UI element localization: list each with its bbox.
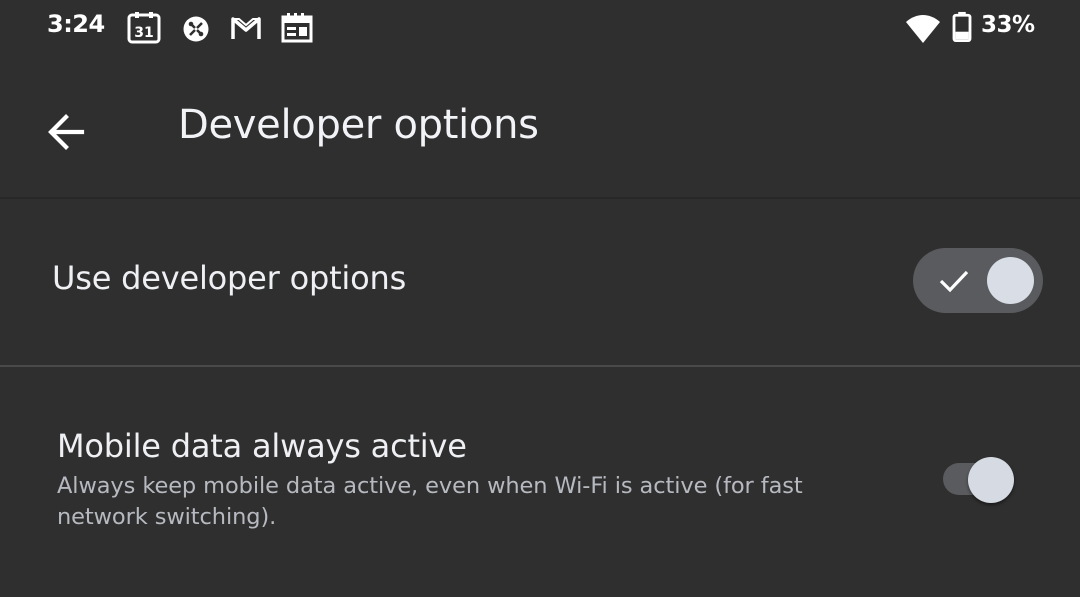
page-title: Developer options bbox=[178, 102, 539, 148]
mobile-data-always-active-row[interactable]: Mobile data always active Always keep mo… bbox=[0, 367, 1080, 597]
svg-text:31: 31 bbox=[134, 25, 153, 41]
use-developer-options-label: Use developer options bbox=[52, 259, 407, 297]
gmail-icon bbox=[231, 17, 261, 39]
wifi-icon bbox=[906, 15, 940, 43]
news-icon bbox=[281, 13, 313, 43]
status-time: 3:24 bbox=[47, 10, 105, 38]
back-arrow-icon bbox=[48, 114, 85, 150]
back-button[interactable] bbox=[30, 96, 102, 168]
mobile-data-always-active-switch[interactable] bbox=[941, 457, 1019, 504]
check-icon bbox=[939, 270, 969, 293]
status-bar: 3:24 31 33% bbox=[0, 0, 1080, 56]
use-developer-options-row[interactable]: Use developer options bbox=[0, 199, 1080, 365]
setting-title: Mobile data always active bbox=[57, 427, 467, 465]
battery-percent: 33% bbox=[981, 12, 1035, 38]
pinwheel-icon bbox=[183, 16, 209, 42]
setting-summary: Always keep mobile data active, even whe… bbox=[57, 473, 803, 530]
battery-icon bbox=[952, 11, 972, 43]
developer-options-screen: 3:24 31 33% Developer options Use develo… bbox=[0, 0, 1080, 597]
app-bar: Developer options bbox=[0, 56, 1080, 197]
use-developer-options-switch[interactable] bbox=[913, 248, 1043, 313]
switch-thumb bbox=[987, 257, 1034, 304]
calendar-31-icon: 31 bbox=[127, 12, 161, 44]
switch-thumb bbox=[968, 457, 1014, 503]
